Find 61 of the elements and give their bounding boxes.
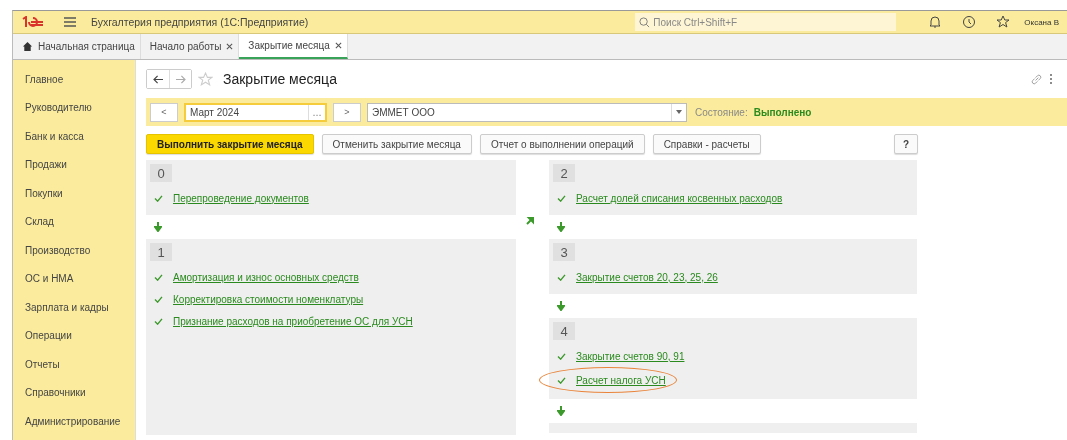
tab-label: Закрытие месяца [248,40,330,51]
operation-link[interactable]: Закрытие счетов 90, 91 [576,350,685,362]
stage-number: 0 [150,164,172,182]
tab[interactable]: Закрытие месяца [239,34,348,59]
app-title: Бухгалтерия предприятия (1С:Предприятие) [91,16,309,28]
next-period-button[interactable]: > [333,102,361,122]
tab-label: Начало работы [149,41,222,52]
operation-link[interactable]: Амортизация и износ основных средств [173,271,359,283]
operation-link[interactable]: Перепроведение документов [173,192,309,204]
action-button[interactable]: Выполнить закрытие месяца [146,134,314,154]
history-icon[interactable] [962,15,977,29]
close-icon[interactable] [226,43,234,50]
stage-number: 1 [150,243,172,261]
sidebar-item[interactable]: ОС и НМА [13,264,135,293]
operation-link[interactable]: Корректировка стоимости номенклатуры [173,293,364,305]
back-arrow-icon [152,74,164,84]
action-button[interactable]: Отчет о выполнении операций [479,134,645,154]
user-name[interactable]: Оксана В [1024,17,1059,27]
tab-label: Начальная страница [38,41,135,52]
close-icon[interactable] [334,42,342,49]
sidebar-item[interactable]: Покупки [13,179,135,208]
sidebar-item[interactable]: Склад [13,207,135,236]
action-button[interactable]: Отменить закрытие месяца [321,134,472,154]
previous-period-button[interactable]: < [150,102,178,122]
sidebar-item[interactable]: Справочники [13,378,135,407]
more-icon[interactable] [1049,73,1053,85]
sidebar-item[interactable]: Продажи [13,150,135,179]
menu-icon[interactable] [63,16,77,28]
logo-icon[interactable] [21,16,45,28]
favorite-star-icon[interactable] [198,71,213,87]
stage-number: 3 [553,243,575,261]
stage-number: 2 [553,164,575,182]
period-field[interactable]: Март 2024 ... [184,102,327,122]
sidebar-item[interactable]: Отчеты [13,350,135,379]
operation-link[interactable]: Закрытие счетов 20, 23, 25, 26 [576,271,718,283]
search-icon [639,17,651,28]
search-field[interactable]: Поиск Ctrl+Shift+F [635,13,897,31]
star-icon[interactable] [996,15,1011,29]
sidebar-item[interactable]: Производство [13,236,135,265]
home-icon [22,41,33,52]
sidebar-item[interactable]: Руководителю [13,93,135,122]
tab[interactable]: Начальная страница [13,34,141,59]
bell-icon[interactable] [928,15,943,29]
help-button[interactable]: ? [894,134,918,154]
sidebar-item[interactable]: Главное [13,65,135,94]
operation-link[interactable]: Признание расходов на приобретение ОС для УСН [173,315,413,327]
operation-link[interactable]: Расчет долей списания косвенных расходов [576,192,783,204]
stage-number: 4 [553,322,575,340]
dropdown-icon[interactable] [676,110,682,114]
sidebar-item[interactable]: Банк и касса [13,122,135,151]
state-value: Выполнено [753,106,812,118]
sidebar-item[interactable]: Зарплата и кадры [13,293,135,322]
forward-arrow-icon [175,74,186,84]
sidebar-item[interactable]: Администрирование [13,407,135,436]
state-label: Состояние: [695,106,748,118]
page-title: Закрытие месяца [223,71,337,87]
operation-link[interactable]: Расчет налога УСН [576,374,666,386]
action-button[interactable]: Справки - расчеты [652,134,761,154]
diagonal-arrow-icon [526,217,534,225]
organization-field[interactable]: ЭММЕТ ООО [367,102,687,122]
sidebar-item[interactable]: Операции [13,321,135,350]
